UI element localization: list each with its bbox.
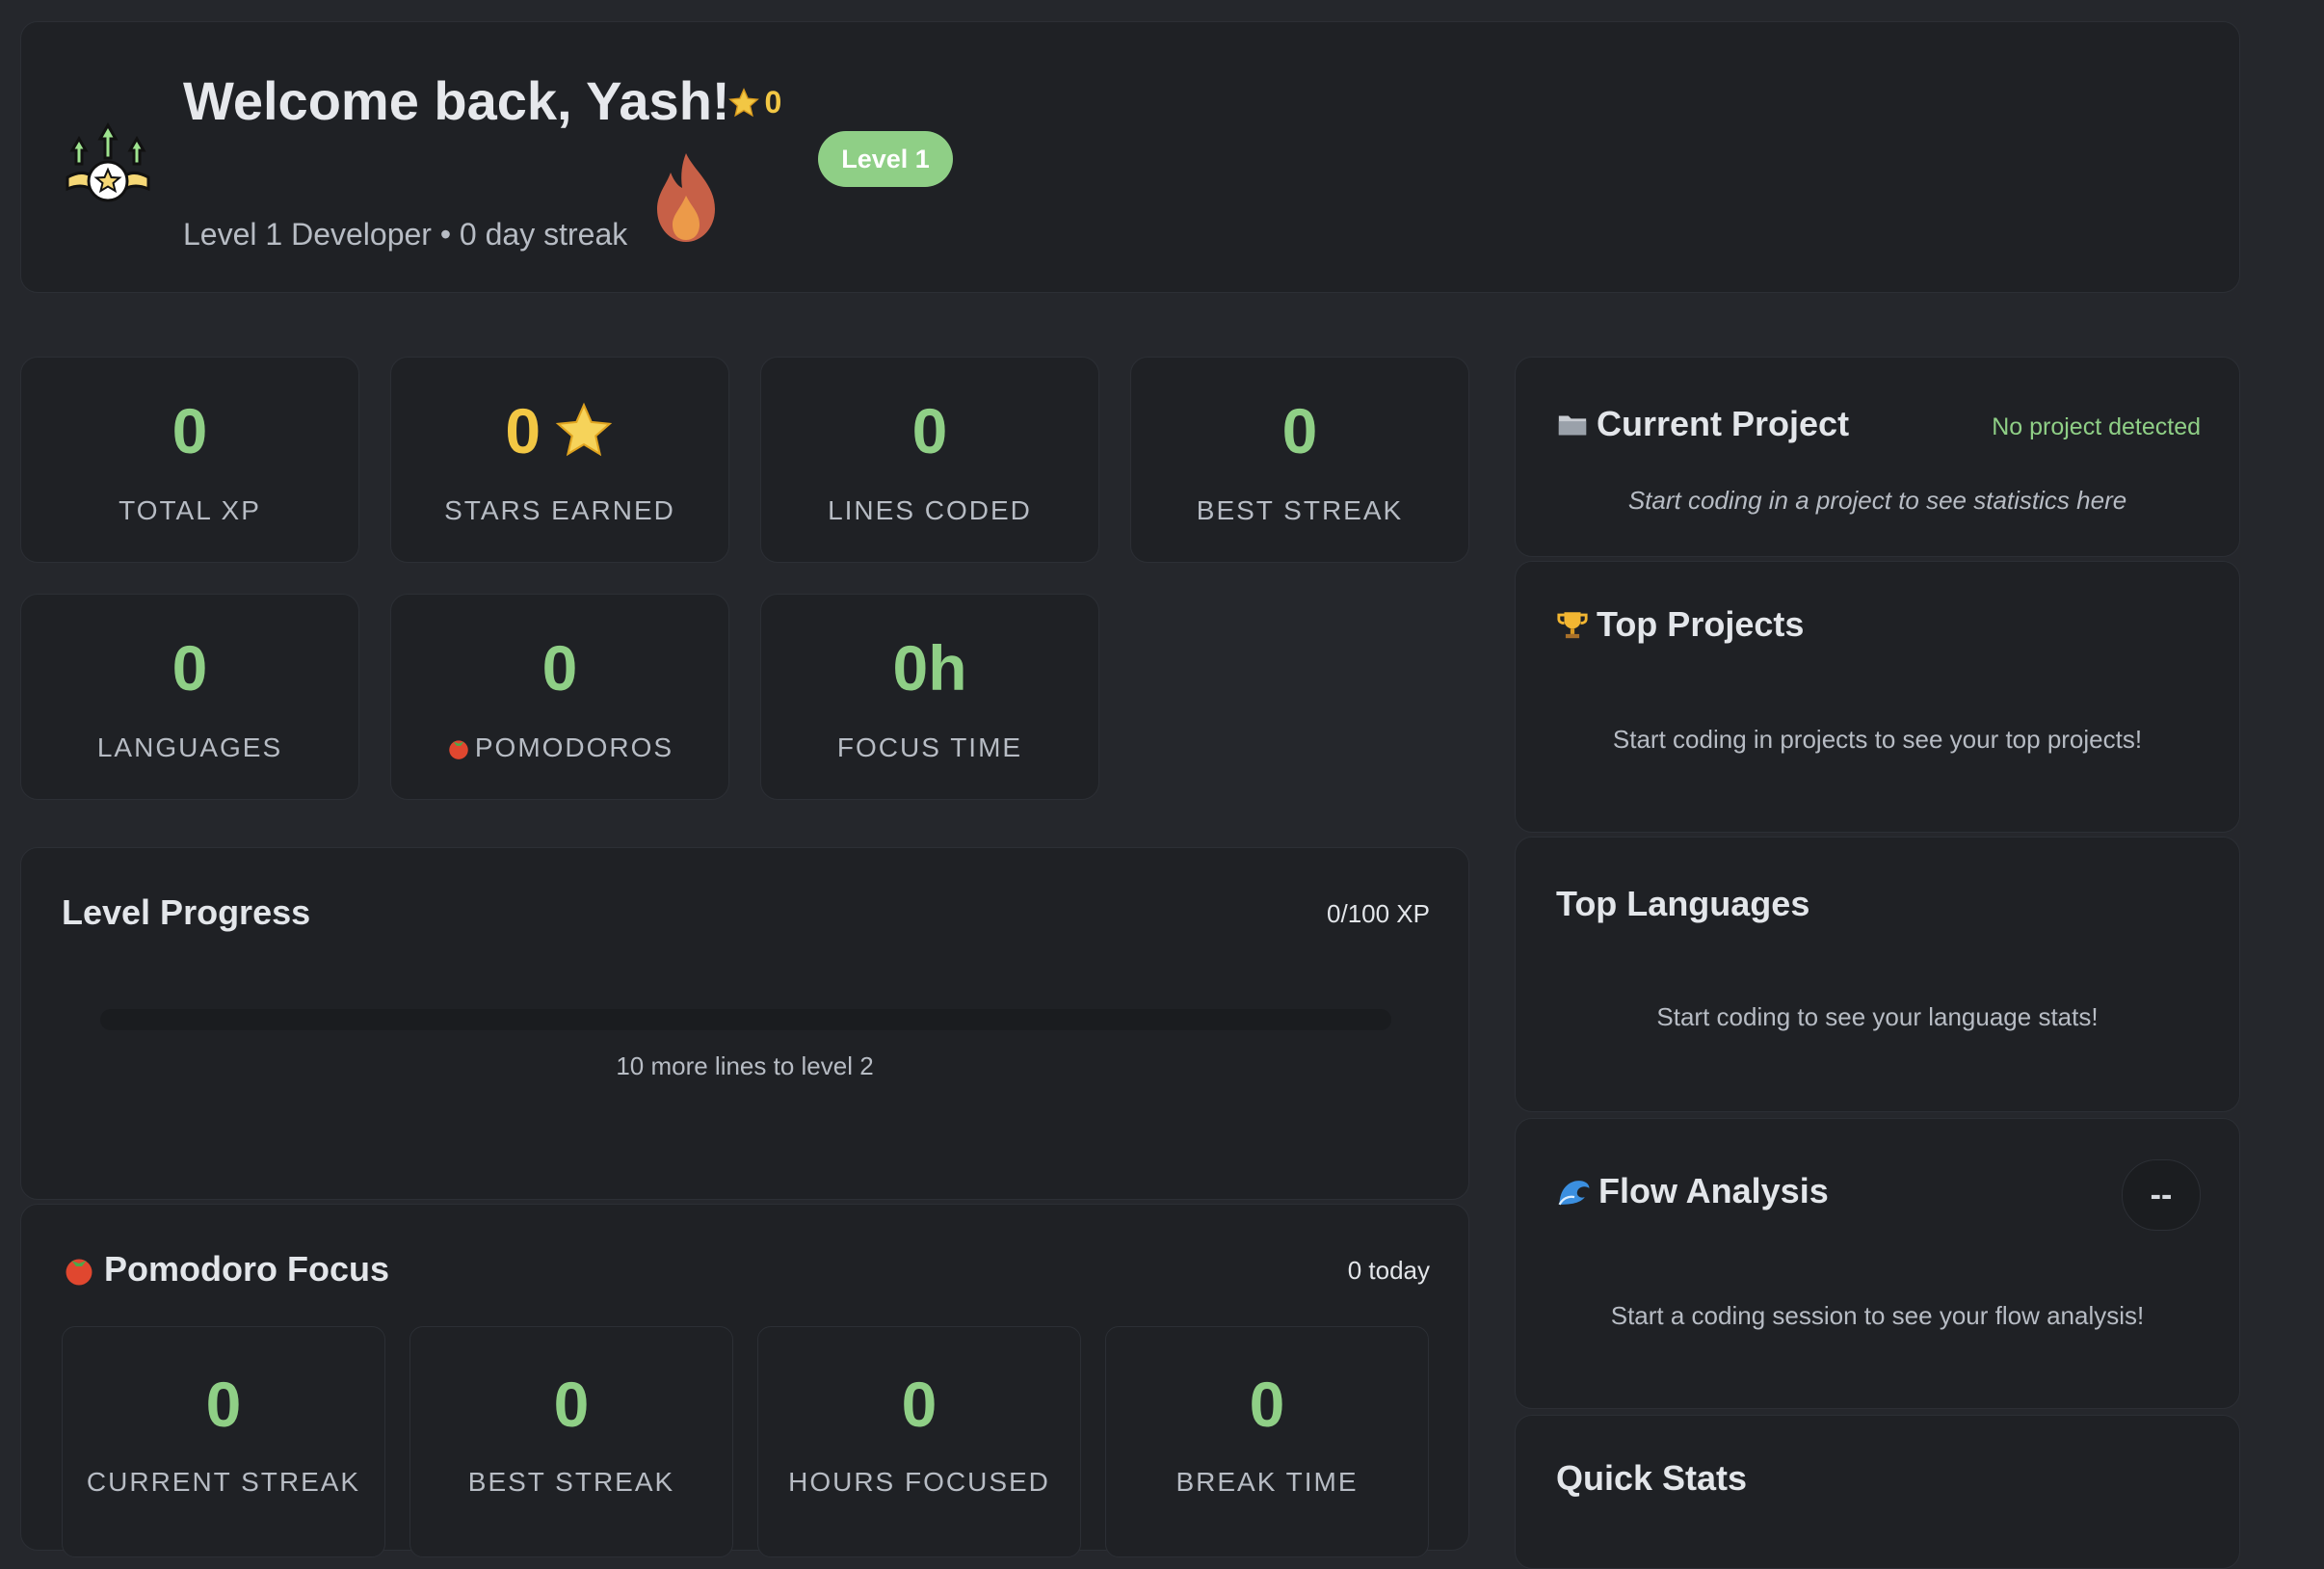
stat-card-lines-coded: 0 LINES CODED: [760, 357, 1099, 563]
flow-analysis-title-row: Flow Analysis: [1556, 1171, 1829, 1211]
tomato-icon: [449, 740, 468, 759]
stat-label: TOTAL XP: [119, 495, 261, 525]
star-icon: [728, 87, 759, 117]
pomodoro-today: 0 today: [1347, 1256, 1430, 1285]
stat-card-languages: 0 LANGUAGES: [20, 594, 359, 800]
stat-label: LINES CODED: [828, 495, 1032, 525]
level-progress-title: Level Progress: [62, 892, 311, 932]
top-projects-message: Start coding in projects to see your top…: [1612, 725, 2143, 754]
stat-label: POMODOROS: [474, 732, 674, 762]
folder-icon: [1558, 415, 1587, 436]
star-icon: [555, 402, 612, 457]
current-project-message: Start coding in a project to see statist…: [1627, 486, 2127, 515]
quick-stats-panel: Quick Stats: [1515, 1415, 2240, 1569]
top-languages-message: Start coding to see your language stats!: [1656, 1002, 2099, 1031]
current-project-title-row: Current Project: [1556, 404, 1849, 444]
star-count: 0: [764, 85, 782, 120]
stat-label: BREAK TIME: [1175, 1467, 1359, 1497]
stat-label: BEST STREAK: [1196, 495, 1404, 525]
flow-score-badge: --: [2122, 1159, 2201, 1231]
trophy-icon: [1557, 612, 1588, 639]
top-languages-title: Top Languages: [1556, 884, 1810, 923]
current-project-panel: Current Project No project detected Star…: [1515, 357, 2240, 557]
stat-value: 0: [1281, 395, 1318, 466]
wave-icon: [1558, 1181, 1590, 1206]
stat-value: 0: [901, 1369, 938, 1440]
project-status: No project detected: [1992, 413, 2201, 440]
stat-value: 0: [505, 395, 541, 466]
stat-value: 0h: [892, 632, 967, 704]
top-projects-title: Top Projects: [1597, 604, 1805, 644]
stat-label: FOCUS TIME: [836, 732, 1023, 762]
stat-value: 0: [911, 395, 948, 466]
pomodoro-title-row: Pomodoro Focus: [62, 1249, 389, 1290]
xp-progress-label: 0/100 XP: [1327, 899, 1430, 928]
pomodoro-title: Pomodoro Focus: [104, 1249, 389, 1289]
pomodoro-focus-panel: Pomodoro Focus 0 today 0 CURRENT STREAK …: [20, 1204, 1469, 1557]
top-projects-title-row: Top Projects: [1556, 604, 1804, 645]
stat-value: 0: [553, 1369, 590, 1440]
stat-value: 0: [172, 632, 208, 704]
fire-icon: [657, 153, 715, 242]
stat-value: 0: [1249, 1369, 1285, 1440]
level-progress-panel: Level Progress 0/100 XP 10 more lines to…: [20, 847, 1469, 1200]
stat-label: STARS EARNED: [444, 495, 675, 525]
flow-analysis-title: Flow Analysis: [1598, 1171, 1829, 1210]
top-projects-panel: Top Projects Start coding in projects to…: [1515, 561, 2240, 833]
welcome-title: Welcome back, Yash!: [183, 70, 730, 131]
quick-stats-title: Quick Stats: [1556, 1458, 1748, 1498]
stat-card-focus-time: 0h FOCUS TIME: [760, 594, 1099, 800]
stat-label: CURRENT STREAK: [86, 1467, 361, 1497]
flow-analysis-panel: Flow Analysis -- Start a coding session …: [1515, 1118, 2240, 1409]
top-languages-panel: Top Languages Start coding to see your l…: [1515, 837, 2240, 1112]
trophy-arrows-star-icon: [66, 121, 150, 202]
pomodoro-stat-best-streak: 0 BEST STREAK: [409, 1326, 733, 1557]
pomodoro-stat-current-streak: 0 CURRENT STREAK: [62, 1326, 385, 1557]
stat-value: 0: [172, 395, 208, 466]
stat-card-total-xp: 0 TOTAL XP: [20, 357, 359, 563]
stat-label: BEST STREAK: [467, 1467, 675, 1497]
stat-label: HOURS FOCUSED: [788, 1467, 1050, 1497]
star-counter: 0: [727, 85, 781, 123]
level-progress-bar: [100, 1009, 1391, 1030]
tomato-icon: [66, 1259, 92, 1286]
stat-value: 0: [541, 632, 578, 704]
welcome-header: Welcome back, Yash! 0 Level 1 Developer …: [20, 21, 2240, 293]
level-progress-note: 10 more lines to level 2: [616, 1051, 874, 1080]
current-project-title: Current Project: [1597, 404, 1850, 443]
stat-value: 0: [205, 1369, 242, 1440]
level-subtitle: Level 1 Developer • 0 day streak: [183, 217, 628, 252]
stat-card-stars-earned: 0 STARS EARNED: [390, 357, 729, 563]
stat-card-pomodoros: 0 POMODOROS: [390, 594, 729, 800]
pomodoro-stat-break-time: 0 BREAK TIME: [1105, 1326, 1429, 1557]
pomodoro-stat-hours-focused: 0 HOURS FOCUSED: [757, 1326, 1081, 1557]
stat-card-best-streak: 0 BEST STREAK: [1130, 357, 1469, 563]
stat-label: LANGUAGES: [96, 732, 283, 762]
flow-analysis-message: Start a coding session to see your flow …: [1610, 1301, 2145, 1330]
level-badge: Level 1: [818, 131, 953, 187]
